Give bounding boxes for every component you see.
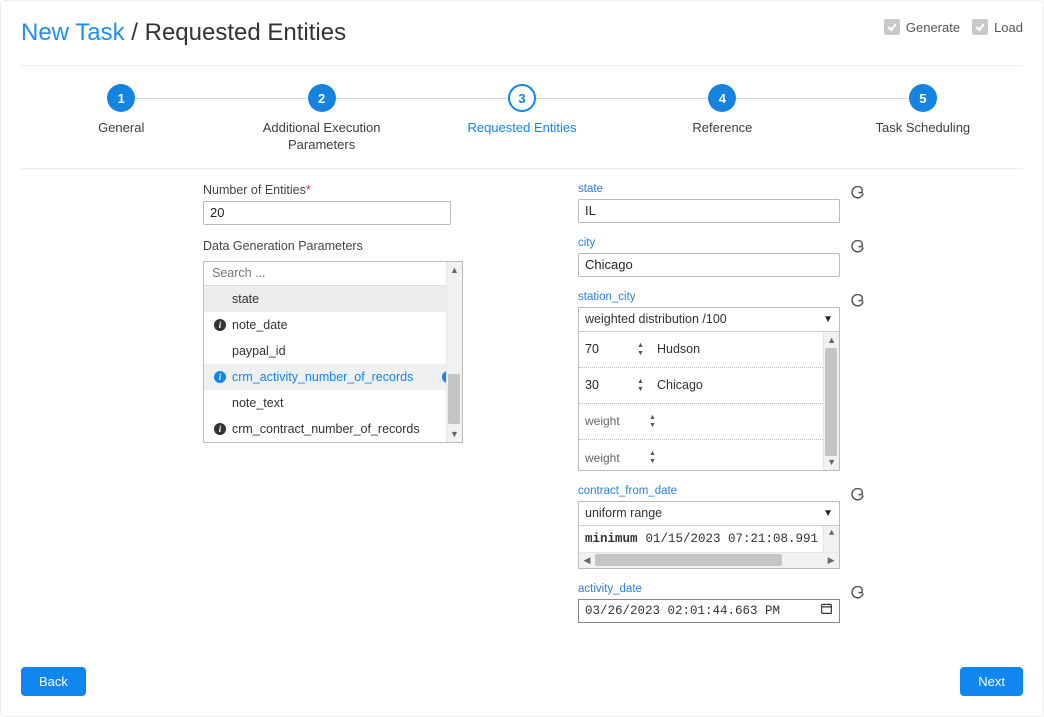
caret-down-icon: ▼ bbox=[823, 314, 833, 325]
page-title: New Task / Requested Entities bbox=[21, 19, 346, 47]
dgp-scrollbar[interactable]: ▲ ▼ bbox=[446, 262, 462, 442]
contract-from-date-refresh-icon[interactable] bbox=[850, 488, 866, 504]
state-label: state bbox=[578, 183, 840, 195]
stepper: 1 General 2 Additional Execution Paramet… bbox=[21, 84, 1023, 154]
contract-from-date-label: contract_from_date bbox=[578, 485, 840, 497]
station-city-select[interactable]: weighted distribution /100 ▼ bbox=[579, 308, 839, 332]
activity-date-input[interactable]: 03/26/2023 02:01:44.663 PM bbox=[578, 599, 840, 623]
minimum-label: minimum bbox=[585, 532, 638, 546]
scroll-right-icon[interactable]: ▶ bbox=[823, 555, 839, 566]
back-button[interactable]: Back bbox=[21, 667, 86, 696]
load-checkbox[interactable] bbox=[972, 19, 988, 35]
weight-row: weight ▲▼ bbox=[579, 440, 823, 470]
dgp-item-paypal-id[interactable]: paypal_id bbox=[204, 338, 462, 364]
step-general[interactable]: 1 General bbox=[21, 84, 221, 137]
weight-stepper[interactable]: ▲▼ bbox=[649, 414, 659, 429]
title-sep: / bbox=[125, 19, 145, 46]
activity-date-refresh-icon[interactable] bbox=[850, 586, 866, 602]
calendar-icon[interactable] bbox=[820, 602, 833, 619]
weight-value: Chicago bbox=[657, 378, 703, 392]
weight-value: Hudson bbox=[657, 342, 700, 356]
weight-input[interactable] bbox=[583, 378, 627, 392]
weight-stepper[interactable]: ▲▼ bbox=[637, 378, 647, 393]
dgp-item-crm-activity-number-of-records[interactable]: i crm_activity_number_of_records bbox=[204, 364, 462, 390]
step-requested-entities[interactable]: 3 Requested Entities bbox=[422, 84, 622, 137]
dgp-item-note-text[interactable]: note_text bbox=[204, 390, 462, 416]
weight-input[interactable] bbox=[583, 342, 627, 356]
dgp-item-state[interactable]: state bbox=[204, 286, 462, 312]
load-label: Load bbox=[994, 20, 1023, 35]
scroll-up-icon[interactable]: ▲ bbox=[447, 262, 462, 278]
state-refresh-icon[interactable] bbox=[850, 186, 866, 202]
step-task-scheduling[interactable]: 5 Task Scheduling bbox=[823, 84, 1023, 137]
weight-row: weight ▲▼ bbox=[579, 404, 823, 440]
scroll-thumb[interactable] bbox=[595, 554, 782, 566]
uniform-range-hscrollbar[interactable]: ◀ ▶ bbox=[579, 552, 839, 568]
scroll-thumb[interactable] bbox=[825, 348, 837, 456]
divider bbox=[21, 168, 1023, 169]
divider bbox=[21, 65, 1023, 66]
scroll-down-icon[interactable]: ▼ bbox=[824, 454, 839, 470]
title-prefix: New Task bbox=[21, 19, 125, 46]
state-input[interactable] bbox=[578, 199, 840, 223]
city-refresh-icon[interactable] bbox=[850, 240, 866, 256]
contract-from-date-select[interactable]: uniform range ▼ bbox=[579, 502, 839, 526]
info-icon: i bbox=[214, 371, 226, 383]
step-reference[interactable]: 4 Reference bbox=[622, 84, 822, 137]
dgp-label: Data Generation Parameters bbox=[203, 239, 463, 253]
weight-row: ▲▼ Chicago bbox=[579, 368, 823, 404]
weight-stepper[interactable]: ▲▼ bbox=[637, 342, 647, 357]
next-button[interactable]: Next bbox=[960, 667, 1023, 696]
scroll-thumb[interactable] bbox=[448, 374, 460, 424]
generate-checkbox[interactable] bbox=[884, 19, 900, 35]
weight-stepper[interactable]: ▲▼ bbox=[649, 450, 659, 465]
step-additional-execution-parameters[interactable]: 2 Additional Execution Parameters bbox=[221, 84, 421, 154]
scroll-left-icon[interactable]: ◀ bbox=[579, 555, 595, 566]
weight-placeholder[interactable]: weight bbox=[583, 451, 639, 465]
scroll-down-icon[interactable]: ▼ bbox=[447, 426, 462, 442]
title-suffix: Requested Entities bbox=[145, 19, 346, 46]
weighted-scrollbar[interactable]: ▲ ▼ bbox=[823, 332, 839, 470]
station-city-refresh-icon[interactable] bbox=[850, 294, 866, 310]
num-entities-input[interactable] bbox=[203, 201, 451, 225]
info-icon: i bbox=[214, 319, 226, 331]
num-entities-label: Number of Entities* bbox=[203, 183, 463, 197]
scroll-up-icon[interactable]: ▲ bbox=[824, 332, 839, 348]
activity-date-label: activity_date bbox=[578, 583, 840, 595]
weight-row: ▲▼ Hudson bbox=[579, 332, 823, 368]
station-city-label: station_city bbox=[578, 291, 840, 303]
generate-label: Generate bbox=[906, 20, 960, 35]
city-label: city bbox=[578, 237, 840, 249]
info-icon: i bbox=[214, 423, 226, 435]
scroll-up-icon[interactable]: ▲ bbox=[823, 526, 839, 552]
city-input[interactable] bbox=[578, 253, 840, 277]
dgp-item-crm-contract-number-of-records[interactable]: i crm_contract_number_of_records bbox=[204, 416, 462, 442]
dgp-dropdown: state i note_date paypal_id i crm_activi… bbox=[203, 261, 463, 443]
dgp-search-input[interactable] bbox=[204, 262, 450, 286]
dgp-item-note-date[interactable]: i note_date bbox=[204, 312, 462, 338]
weight-placeholder[interactable]: weight bbox=[583, 414, 639, 428]
minimum-value[interactable]: 01/15/2023 07:21:08.991 P bbox=[646, 532, 834, 546]
caret-down-icon: ▼ bbox=[823, 508, 833, 519]
